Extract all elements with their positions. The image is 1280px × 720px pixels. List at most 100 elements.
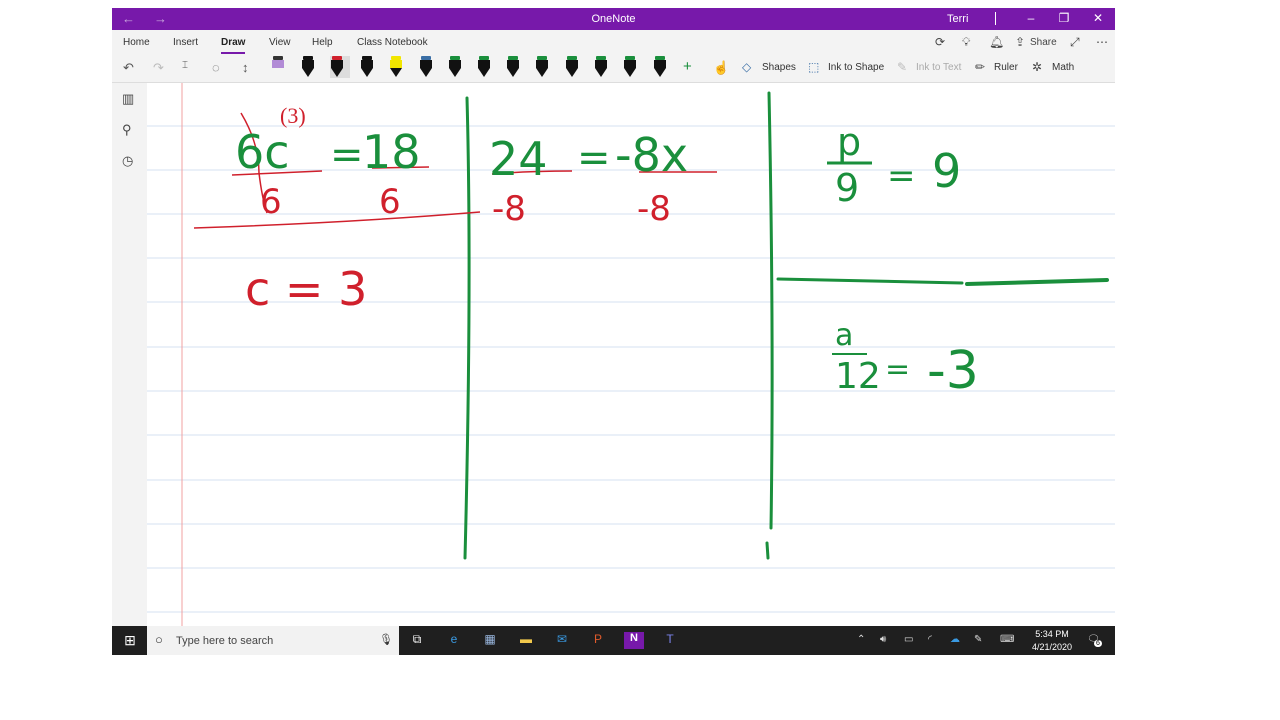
task-view-icon[interactable]: ⧉ [407,632,427,649]
onedrive-icon[interactable]: ☁ [950,634,960,645]
problem4-den: 12 [835,356,881,397]
onenote-window: ← → OneNote Terri – ❐ ✕ Home Insert Draw… [112,8,1115,655]
add-space-icon[interactable]: ↕ [242,60,249,75]
share-icon[interactable]: ⇪ [1015,35,1025,49]
touch-draw-icon[interactable]: ☝ [713,60,729,76]
close-button[interactable]: ✕ [1088,11,1108,25]
page-canvas[interactable]: (3) 6c = 18 6 6 c = 3 24 = -8x -8 -8 p 9… [147,83,1115,626]
title-bar: ← → OneNote Terri – ❐ ✕ [112,8,1115,30]
navigation-sidebar: ▥ ⚲ ◷ [112,83,147,626]
eraser-pen-icon[interactable] [271,56,285,78]
draw-toolbar: ↶ ↷ ⌶ ◌ ↕ + ☝ ◇ Shapes ⬚ Ink to Shape ✎ … [112,54,1115,83]
expand-icon[interactable]: ⤢ [1070,35,1080,50]
microphone-icon[interactable]: 🎙︎ [379,633,393,646]
problem1-right: 18 [362,125,421,179]
more-icon[interactable]: ⋯ [1096,35,1108,49]
user-name[interactable]: Terri [947,13,968,25]
teams-icon[interactable]: T [660,632,680,649]
problem2-den-left: -8 [492,189,526,229]
pen-blue-icon[interactable] [419,56,433,78]
pen-green-2-icon[interactable] [477,56,491,78]
shapes-icon[interactable]: ◇ [742,60,751,74]
problem1-equals: = [330,132,364,178]
windows-start-icon[interactable]: ⊞ [120,632,140,649]
share-button[interactable]: Share [1030,37,1057,48]
notification-badge: 6 [1094,640,1102,647]
ruler-button[interactable]: Ruler [994,62,1018,73]
ruler-icon[interactable]: ✏ [975,60,985,74]
tab-insert[interactable]: Insert [173,37,198,48]
volume-icon[interactable]: 🔊︎ [880,634,886,645]
app-icon[interactable]: ▦ [480,632,500,649]
problem4-right: -3 [927,341,979,401]
windows-taskbar: ⊞ ○ Type here to search 🎙︎ ⧉ e ▦ ▬ ✉ P N… [112,626,1115,655]
ink-to-shape-button[interactable]: Ink to Shape [828,62,884,73]
problem1-den-right: 6 [379,182,401,222]
lasso-select-icon[interactable]: ◌ [212,60,220,75]
file-explorer-icon[interactable]: ▬ [516,632,536,649]
math-button[interactable]: Math [1052,62,1074,73]
search-icon[interactable]: ⚲ [122,122,132,138]
pen-green-1-icon[interactable] [448,56,462,78]
sync-icon[interactable]: ⟳ [935,35,945,49]
pen-green-6-icon[interactable] [594,56,608,78]
lightbulb-icon[interactable]: 💡︎ [962,35,970,50]
ribbon-tabs: Home Insert Draw View Help Class Noteboo… [112,30,1115,54]
undo-icon[interactable]: ↶ [123,60,134,76]
pen-green-7-icon[interactable] [623,56,637,78]
divider [995,12,996,25]
pen-green-5-icon[interactable] [565,56,579,78]
clock-time[interactable]: 5:34 PM [1030,629,1074,639]
problem2-den-right: -8 [637,189,671,229]
recent-clock-icon[interactable]: ◷ [122,153,133,169]
wifi-icon[interactable]: ◜ [928,634,932,645]
pen-green-8-icon[interactable] [653,56,667,78]
tab-draw[interactable]: Draw [221,37,246,54]
pen-blackpen-icon[interactable] [360,56,374,78]
chevron-up-icon[interactable]: ⌃ [857,634,865,645]
tab-home[interactable]: Home [123,37,150,48]
notebooks-icon[interactable]: ▥ [122,91,134,107]
ink-to-text-icon[interactable]: ✎ [897,60,907,74]
ink-to-text-button[interactable]: Ink to Text [916,62,961,73]
clock-date[interactable]: 4/21/2020 [1030,642,1074,652]
ink-to-shape-icon[interactable]: ⬚ [808,60,819,74]
pen-green-3-icon[interactable] [506,56,520,78]
shapes-button[interactable]: Shapes [762,62,796,73]
problem4-num: a [835,318,853,353]
pen-red-icon[interactable] [330,56,350,78]
tab-help[interactable]: Help [312,37,333,48]
pen-icon[interactable]: ✎ [974,634,982,645]
edge-icon[interactable]: e [444,632,464,649]
mail-icon[interactable]: ✉ [552,632,572,649]
redo-icon[interactable]: ↷ [153,60,164,76]
ink-drawing[interactable]: (3) 6c = 18 6 6 c = 3 24 = -8x -8 -8 p 9… [147,83,1115,626]
tab-class-notebook[interactable]: Class Notebook [357,37,428,48]
problem2-left: 24 [489,132,548,186]
powerpoint-icon[interactable]: P [588,632,608,649]
pen-black-icon[interactable] [301,56,315,78]
math-icon[interactable]: ✲ [1032,60,1042,74]
problem3-num: p [837,120,861,164]
highlighter-yellow-icon[interactable] [389,56,403,78]
taskbar-search-box[interactable]: ○ Type here to search 🎙︎ [147,626,399,655]
cortana-circle-icon: ○ [155,632,163,647]
problem1-answer: c = 3 [245,262,367,316]
problem3-den: 9 [835,166,859,210]
problem2-right: -8x [615,128,688,182]
bell-icon[interactable]: 🔔︎ [989,35,1004,49]
problem1-left: 6c [235,125,290,179]
problem3-equals: = [887,156,916,196]
ink-green-strokes [463,91,1109,560]
problem4-equals: = [885,352,910,387]
add-pen-icon[interactable]: + [683,58,692,75]
restore-button[interactable]: ❐ [1054,11,1074,25]
problem2-equals: = [577,135,611,181]
pen-green-4-icon[interactable] [535,56,549,78]
battery-icon[interactable]: ▭ [904,634,913,645]
minimize-button[interactable]: – [1021,11,1041,25]
keyboard-icon[interactable]: ⌨ [1000,634,1014,645]
tab-view[interactable]: View [269,37,291,48]
lasso-type-icon[interactable]: ⌶ [182,60,188,71]
onenote-icon[interactable]: N [624,632,644,649]
